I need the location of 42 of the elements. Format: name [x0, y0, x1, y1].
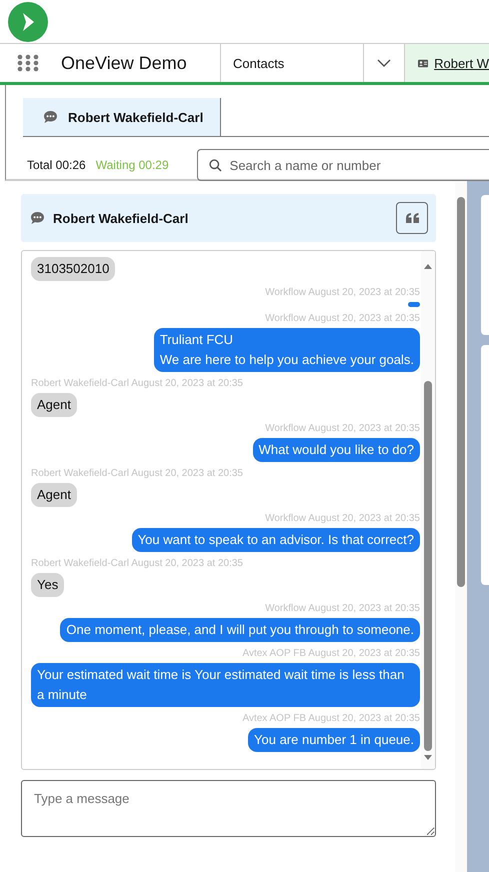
message-bubble: Agent	[31, 393, 77, 417]
message-bubble: You want to speak to an advisor. Is that correct?	[132, 528, 420, 552]
empty-message-bubble	[408, 302, 420, 307]
message-meta: Workflow August 20, 2023 at 20:35	[264, 512, 420, 526]
message-meta: Workflow August 20, 2023 at 20:35	[264, 422, 420, 436]
waiting-timer: Waiting 00:29	[96, 158, 169, 172]
message-bubble: Agent	[31, 483, 77, 507]
message-bubble: Truliant FCU We are here to help you achieve your goals.	[154, 328, 420, 372]
arrow-up-icon[interactable]	[424, 263, 432, 269]
chat-bubble-icon	[43, 110, 58, 124]
conversation-tab[interactable]: Robert Wakefield-Carl	[23, 98, 221, 136]
arrow-down-icon[interactable]	[424, 755, 432, 761]
message-bubble: You are number 1 in queue.	[248, 728, 420, 752]
message-bubble: 3103502010	[31, 257, 116, 281]
chat-bubble-icon	[30, 211, 45, 225]
search-icon	[208, 159, 222, 172]
message-meta: Workflow August 20, 2023 at 20:35	[264, 602, 420, 616]
message-bubble: One moment, please, and I will put you through to someone.	[60, 618, 420, 642]
message-meta: Robert Wakefield-Carl August 20, 2023 at 20:35	[31, 557, 244, 571]
message-meta: Avtex AOP FB August 20, 2023 at 20:35	[241, 712, 420, 726]
message-bubble: Yes	[31, 573, 64, 597]
scrollbar[interactable]	[421, 251, 435, 769]
message-meta: Robert Wakefield-Carl August 20, 2023 at 20:35	[31, 467, 244, 481]
message-input[interactable]: Type a message	[21, 780, 436, 837]
message-bubble: Your estimated wait time is Your estimated wait time is less than a minute	[31, 663, 420, 707]
nav-tab[interactable]: Contacts	[220, 44, 363, 82]
message-bubble: What would you like to do?	[252, 438, 420, 462]
message-meta: Workflow August 20, 2023 at 20:35	[264, 286, 420, 300]
total-timer: Total 00:26	[27, 158, 86, 172]
quick-text-button[interactable]	[396, 202, 428, 234]
chevron-down-icon	[377, 59, 391, 67]
search-field[interactable]: Search a name or number	[196, 149, 489, 181]
scrollbar[interactable]	[455, 181, 467, 872]
contact-card-icon	[418, 58, 428, 68]
message-meta: Avtex AOP FB August 20, 2023 at 20:35	[241, 647, 420, 661]
message-meta: Robert Wakefield-Carl August 20, 2023 at 20:35	[31, 377, 244, 391]
message-meta: Workflow August 20, 2023 at 20:35	[264, 312, 420, 326]
app-title: OneView Demo	[61, 52, 188, 74]
nav-tab[interactable]: Robert W	[404, 44, 489, 82]
app-launcher-icon[interactable]	[17, 54, 39, 72]
quote-icon	[406, 213, 418, 223]
chat-title: Robert Wakefield-Carl	[53, 210, 190, 226]
